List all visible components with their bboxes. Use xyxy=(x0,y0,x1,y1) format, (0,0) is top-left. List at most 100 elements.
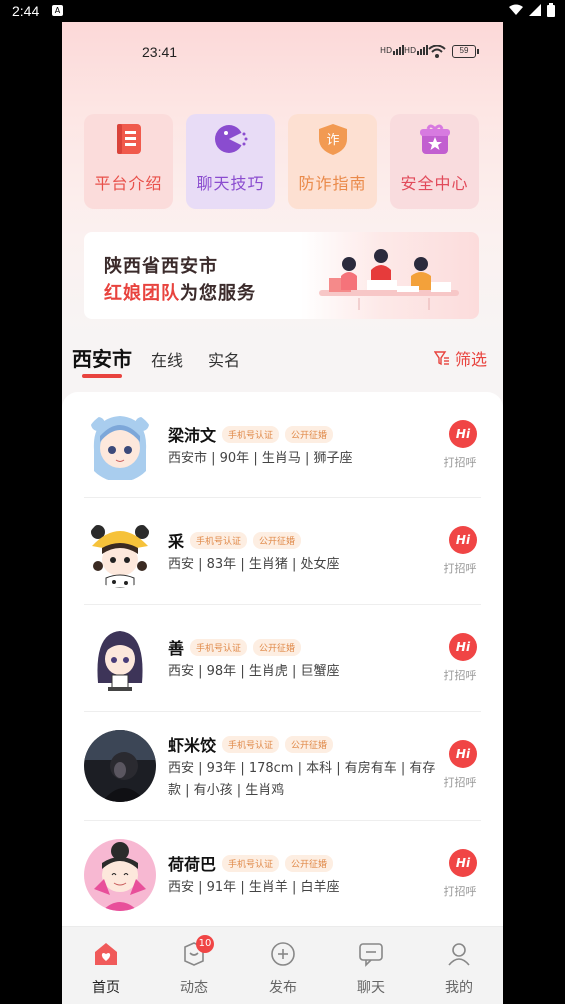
unread-count-badge: 10 xyxy=(196,935,214,953)
tile-platform-intro[interactable]: 平台介绍 xyxy=(84,114,173,209)
quick-entry-tiles: 平台介绍 聊天技巧 诈 防诈指南 安全中心 xyxy=(84,114,479,209)
matchmaker-banner[interactable]: 陕西省西安市 红娘团队为您服务 xyxy=(84,232,479,319)
svg-text:诈: 诈 xyxy=(326,133,339,148)
avatar-image xyxy=(84,623,156,695)
shield-icon: 诈 xyxy=(319,124,347,155)
battery-indicator: 59 xyxy=(452,45,476,58)
phone-verified-badge: 手机号认证 xyxy=(190,532,248,549)
gift-box-icon xyxy=(420,124,450,154)
wifi-icon xyxy=(509,4,523,15)
book-icon xyxy=(117,124,141,154)
say-hi-button[interactable]: Hi 打招呼 xyxy=(444,526,479,576)
nav-label: 动态 xyxy=(180,980,208,996)
list-item[interactable]: 梁沛文 手机号认证 公开征婚 西安市 | 90年 | 生肖马 | 狮子座 Hi 打招… xyxy=(84,392,481,498)
wifi-icon xyxy=(428,45,446,58)
tab-verified[interactable]: 实名 xyxy=(208,347,240,371)
nav-chat[interactable]: 聊天 xyxy=(341,941,401,997)
avatar[interactable] xyxy=(84,839,156,911)
plus-icon xyxy=(271,942,295,966)
tile-label: 聊天技巧 xyxy=(196,174,265,193)
hi-icon: Hi xyxy=(449,740,477,768)
nav-label: 聊天 xyxy=(357,980,385,996)
tile-safety-center[interactable]: 安全中心 xyxy=(390,114,479,209)
nav-profile[interactable]: 我的 xyxy=(429,941,489,997)
profile-list: 梁沛文 手机号认证 公开征婚 西安市 | 90年 | 生肖马 | 狮子座 Hi 打招… xyxy=(62,392,503,952)
say-hi-button[interactable]: Hi 打招呼 xyxy=(444,420,479,470)
say-hi-label: 打招呼 xyxy=(443,456,477,469)
filter-label: 筛选 xyxy=(454,350,487,369)
sim1-signal-icon: HD xyxy=(380,45,405,55)
public-matchmaking-badge: 公开征婚 xyxy=(253,532,302,549)
message-icon xyxy=(359,943,383,967)
system-time: 2:44 xyxy=(12,3,40,19)
nav-moments[interactable]: 10 动态 xyxy=(164,935,224,997)
banner-slogan: 红娘团队为您服务 xyxy=(104,283,256,304)
hi-icon: Hi xyxy=(449,420,477,448)
hi-icon: Hi xyxy=(449,633,477,661)
avatar-image xyxy=(84,516,156,588)
tile-chat-tips[interactable]: 聊天技巧 xyxy=(186,114,275,209)
chat-bubble-icon xyxy=(215,125,248,153)
home-icon xyxy=(95,943,117,965)
nav-label: 我的 xyxy=(445,980,473,996)
list-item[interactable]: 采手机号认证 公开征婚 西安 | 83年 | 生肖猪 | 处女座 Hi 打招呼 xyxy=(84,498,481,605)
nav-label: 发布 xyxy=(269,980,297,996)
say-hi-button[interactable]: Hi 打招呼 xyxy=(444,849,479,899)
avatar[interactable] xyxy=(84,410,156,482)
phone-verified-badge: 手机号认证 xyxy=(222,736,280,753)
list-item[interactable]: 虾米饺 手机号认证 公开征婚 西安 | 93年 | 178cm | 本科 | 有房有… xyxy=(84,712,481,821)
public-matchmaking-badge: 公开征婚 xyxy=(285,426,334,443)
profile-name: 虾米饺 xyxy=(168,736,217,755)
profile-name: 梁沛文 xyxy=(168,426,217,445)
avatar[interactable] xyxy=(84,623,156,695)
nav-publish[interactable]: 发布 xyxy=(253,941,313,997)
nav-label: 首页 xyxy=(92,980,120,996)
phone-verified-badge: 手机号认证 xyxy=(190,639,248,656)
filter-button[interactable]: 筛选 xyxy=(433,346,487,370)
avatar-image xyxy=(84,410,156,482)
team-illustration xyxy=(319,249,459,310)
profile-details: 西安 | 93年 | 178cm | 本科 | 有房有车 | 有存款 | 有小孩… xyxy=(168,761,436,798)
cell-signal-icon xyxy=(529,4,541,16)
public-matchmaking-badge: 公开征婚 xyxy=(285,736,334,753)
sim2-signal-icon: HD xyxy=(404,45,429,55)
nav-home[interactable]: 首页 xyxy=(76,941,136,997)
profile-name: 善 xyxy=(168,639,185,658)
say-hi-label: 打招呼 xyxy=(443,562,477,575)
list-item[interactable]: 善手机号认证 公开征婚 西安 | 98年 | 生肖虎 | 巨蟹座 Hi 打招呼 xyxy=(84,605,481,712)
hi-icon: Hi xyxy=(449,849,477,877)
battery-icon xyxy=(547,3,555,17)
profile-name: 荷荷巴 xyxy=(168,855,217,874)
say-hi-label: 打招呼 xyxy=(443,669,477,682)
app-screen: 23:41 HD HD 59 平台介绍 聊天技巧 诈 防诈指南 安全中心 陕西省… xyxy=(62,22,503,1004)
filter-icon xyxy=(433,351,449,366)
app-notification-badge: A xyxy=(52,5,63,16)
tab-city[interactable]: 西安市 xyxy=(72,343,132,372)
list-item[interactable]: 荷荷巴 手机号认证 公开征婚 西安 | 91年 | 生肖羊 | 白羊座 Hi 打招呼 xyxy=(84,821,481,927)
say-hi-button[interactable]: Hi 打招呼 xyxy=(444,740,479,790)
bottom-navigation: 首页 10 动态 发布 聊天 我的 xyxy=(62,926,503,1004)
profile-name: 采 xyxy=(168,532,185,551)
phone-verified-badge: 手机号认证 xyxy=(222,426,280,443)
public-matchmaking-badge: 公开征婚 xyxy=(285,855,334,872)
say-hi-label: 打招呼 xyxy=(443,885,477,898)
profile-details: 西安 | 83年 | 生肖猪 | 处女座 xyxy=(168,557,340,572)
profile-details: 西安 | 91年 | 生肖羊 | 白羊座 xyxy=(168,880,340,895)
system-status-bar: 2:44 A xyxy=(0,0,565,22)
say-hi-label: 打招呼 xyxy=(443,776,477,789)
tile-label: 防诈指南 xyxy=(298,174,367,193)
profile-details: 西安市 | 90年 | 生肖马 | 狮子座 xyxy=(168,451,353,466)
avatar[interactable] xyxy=(84,516,156,588)
hi-icon: Hi xyxy=(449,526,477,554)
tile-anti-fraud-guide[interactable]: 诈 防诈指南 xyxy=(288,114,377,209)
banner-location: 陕西省西安市 xyxy=(104,256,218,277)
device-status-bar: 23:41 HD HD 59 xyxy=(62,22,503,82)
avatar-image xyxy=(84,839,156,911)
tab-online[interactable]: 在线 xyxy=(151,347,183,371)
tab-active-indicator xyxy=(82,374,122,378)
say-hi-button[interactable]: Hi 打招呼 xyxy=(444,633,479,683)
public-matchmaking-badge: 公开征婚 xyxy=(253,639,302,656)
device-time: 23:41 xyxy=(142,44,178,60)
avatar-image xyxy=(84,730,156,802)
avatar[interactable] xyxy=(84,730,156,802)
